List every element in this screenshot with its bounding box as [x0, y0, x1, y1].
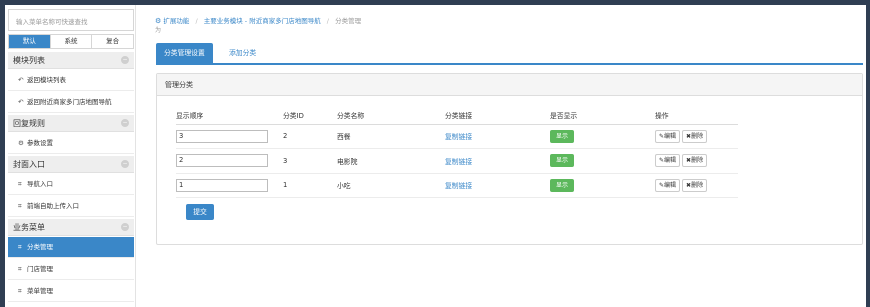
column-header: 分类ID: [283, 106, 337, 125]
category-name: 电影院: [337, 148, 445, 174]
sitemap-icon: ⌗: [18, 287, 22, 295]
main-content: ⚙ 扩展功能 / 主要业务模块 - 附近商家多门店地图导航 / 分类管理 为 分…: [151, 5, 866, 307]
sidebar-item-label: 分类管理: [27, 243, 53, 251]
breadcrumb-item[interactable]: 主要业务模块 - 附近商家多门店地图导航: [204, 17, 321, 25]
group-header-cover-entry[interactable]: 封面入口 −: [8, 156, 134, 173]
menu-search-input[interactable]: 输入菜单名称可快速查找: [8, 9, 134, 31]
column-header: 分类链接: [445, 106, 550, 125]
category-name: 西餐: [337, 124, 445, 149]
sidebar-item-upload-entry[interactable]: ⌗ 前端自助上传入口: [8, 196, 134, 217]
column-header: 是否显示: [550, 106, 655, 125]
tab-composite[interactable]: 复合: [92, 35, 133, 48]
sidebar-item-return-module-list[interactable]: ↶ 返回模块列表: [8, 70, 134, 91]
sitemap-icon: ⌗: [18, 243, 22, 251]
copy-link[interactable]: 复制链接: [445, 182, 472, 190]
category-id: 3: [283, 148, 337, 174]
sidebar-item-store-management[interactable]: ⌗ 门店管理: [8, 259, 134, 280]
sidebar-item-settings[interactable]: ⚙ 参数设置: [8, 133, 134, 154]
edit-button[interactable]: ✎编辑: [655, 178, 681, 192]
sidebar-item-menu-management[interactable]: ⌗ 菜单管理: [8, 281, 134, 302]
delete-label: 删除: [691, 181, 704, 189]
group-header-reply-rules[interactable]: 回复规则 −: [8, 115, 134, 132]
group-title: 回复规则: [13, 119, 45, 128]
delete-button[interactable]: ✖删除: [682, 154, 708, 168]
collapse-icon[interactable]: −: [121, 223, 129, 231]
category-panel: 管理分类 显示顺序 分类ID 分类名称 分类链接 是否显示 操作 3 2 西餐 …: [156, 73, 863, 245]
group-title: 模块列表: [13, 56, 45, 65]
category-table: 显示顺序 分类ID 分类名称 分类链接 是否显示 操作 3 2 西餐 复制链接: [176, 106, 738, 198]
sitemap-icon: ⌗: [18, 265, 22, 273]
cogs-icon: ⚙: [155, 17, 162, 25]
gear-icon: ⚙: [18, 139, 24, 147]
collapse-icon[interactable]: −: [121, 119, 129, 127]
column-header: 显示顺序: [176, 106, 283, 125]
group-title: 封面入口: [13, 160, 45, 169]
category-id: 1: [283, 173, 337, 198]
breadcrumb: ⚙ 扩展功能 / 主要业务模块 - 附近商家多门店地图导航 / 分类管理: [155, 15, 361, 25]
edit-button[interactable]: ✎编辑: [655, 154, 681, 168]
breadcrumb-current: 分类管理: [335, 17, 362, 25]
sidebar-item-label: 前端自助上传入口: [27, 202, 79, 210]
sidebar-tabs: 默认 系统 复合: [8, 34, 134, 49]
column-header: 操作: [655, 106, 738, 125]
copy-link[interactable]: 复制链接: [445, 133, 472, 141]
category-name: 小吃: [337, 173, 445, 198]
sitemap-icon: ⌗: [18, 202, 22, 210]
collapse-icon[interactable]: −: [121, 160, 129, 168]
show-toggle-button[interactable]: 显示: [550, 129, 574, 143]
tab-default[interactable]: 默认: [9, 35, 51, 48]
tab-add-category[interactable]: 添加分类: [221, 43, 264, 63]
delete-label: 删除: [691, 157, 704, 165]
sidebar-item-label: 菜单管理: [27, 287, 53, 295]
collapse-icon[interactable]: −: [121, 56, 129, 64]
group-header-business-menu[interactable]: 业务菜单 −: [8, 219, 134, 236]
copy-link[interactable]: 复制链接: [445, 158, 472, 166]
panel-title: 管理分类: [157, 74, 862, 96]
reply-icon: ↶: [18, 76, 24, 84]
sidebar-item-return-nav[interactable]: ↶ 返回附近商家多门店地图导航: [8, 92, 134, 113]
breadcrumb-separator: /: [195, 17, 198, 25]
sidebar-item-category-management[interactable]: ⌗ 分类管理: [8, 237, 134, 258]
order-input[interactable]: 3: [176, 129, 268, 143]
breadcrumb-separator: /: [326, 17, 329, 25]
edit-button[interactable]: ✎编辑: [655, 129, 681, 143]
table-row: 3 2 西餐 复制链接 显示 ✎编辑 ✖删除: [176, 124, 738, 149]
delete-button[interactable]: ✖删除: [682, 178, 708, 192]
show-toggle-button[interactable]: 显示: [550, 178, 574, 192]
delete-label: 删除: [691, 132, 704, 140]
breadcrumb-item[interactable]: 扩展功能: [163, 17, 189, 25]
edit-label: 编辑: [664, 157, 677, 165]
order-input[interactable]: 1: [176, 178, 268, 192]
show-toggle-button[interactable]: 显示: [550, 154, 574, 168]
category-id: 2: [283, 124, 337, 149]
breadcrumb-sub: 为: [155, 27, 162, 34]
reply-icon: ↶: [18, 98, 24, 106]
sidebar-item-label: 门店管理: [27, 265, 53, 273]
column-header: 分类名称: [337, 106, 445, 125]
app-frame: 输入菜单名称可快速查找 默认 系统 复合 模块列表 − ↶ 返回模块列表 ↶ 返回附…: [5, 5, 866, 307]
sidebar: 输入菜单名称可快速查找 默认 系统 复合 模块列表 − ↶ 返回模块列表 ↶ 返回附…: [5, 5, 136, 307]
order-input[interactable]: 2: [176, 154, 268, 168]
group-title: 业务菜单: [13, 223, 45, 232]
table-row: 1 1 小吃 复制链接 显示 ✎编辑 ✖删除: [176, 173, 738, 198]
tab-system[interactable]: 系统: [51, 35, 93, 48]
edit-label: 编辑: [664, 181, 677, 189]
content-tabs: 分类管理设置 添加分类: [156, 43, 863, 65]
sidebar-item-label: 导航入口: [27, 180, 53, 188]
sidebar-item-label: 参数设置: [27, 139, 53, 147]
edit-label: 编辑: [664, 132, 677, 140]
sidebar-item-label: 返回附近商家多门店地图导航: [27, 98, 112, 106]
sidebar-item-nav-entry[interactable]: ⌗ 导航入口: [8, 174, 134, 195]
sitemap-icon: ⌗: [18, 180, 22, 188]
table-header-row: 显示顺序 分类ID 分类名称 分类链接 是否显示 操作: [176, 106, 738, 125]
submit-button[interactable]: 提交: [186, 204, 214, 220]
delete-button[interactable]: ✖删除: [682, 129, 708, 143]
tab-category-settings[interactable]: 分类管理设置: [156, 43, 213, 63]
sidebar-item-label: 返回模块列表: [27, 76, 66, 84]
table-row: 2 3 电影院 复制链接 显示 ✎编辑 ✖删除: [176, 148, 738, 174]
group-header-module-list[interactable]: 模块列表 −: [8, 52, 134, 69]
